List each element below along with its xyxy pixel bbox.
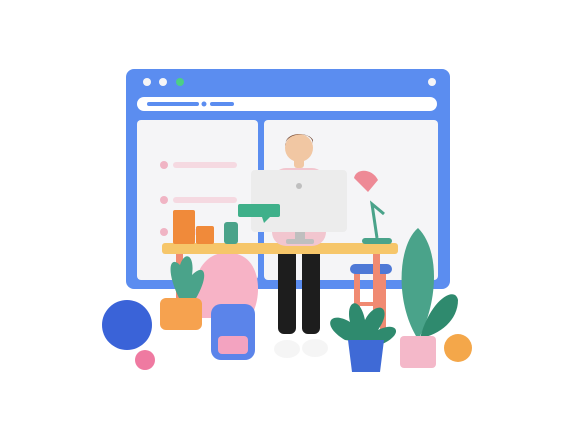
pink-sphere: [135, 350, 155, 370]
person-leg-left: [278, 246, 296, 334]
backpack-pocket: [218, 336, 248, 354]
list-dot-2: [160, 196, 168, 204]
photo-frame-small: [196, 226, 214, 244]
desk-top: [162, 243, 398, 254]
address-bar-fill-2: [210, 102, 234, 106]
person-shoe-right: [302, 339, 328, 357]
plant-center-leaves: [330, 303, 397, 345]
photo-frame-large: [173, 210, 195, 244]
remote-work-illustration: [0, 0, 577, 433]
stool-seat: [350, 264, 392, 274]
window-dot-2: [159, 78, 167, 86]
monitor-logo: [296, 183, 302, 189]
list-line-1: [173, 162, 237, 168]
speech-bubble-body: [238, 204, 280, 217]
blue-sphere: [102, 300, 152, 350]
address-bar-fill-1: [147, 102, 199, 106]
lamp-base: [362, 238, 392, 244]
address-bar-dot: [201, 101, 207, 107]
window-dot-right: [428, 78, 436, 86]
orange-sphere: [444, 334, 472, 362]
person-leg-right: [302, 246, 320, 334]
person-head: [285, 134, 313, 162]
backpack: [211, 304, 255, 360]
plant-right-pot: [400, 336, 436, 368]
list-dot-3: [160, 228, 168, 236]
list-line-2: [173, 197, 237, 203]
coffee-cup: [224, 222, 238, 244]
window-dot-3: [176, 78, 184, 86]
monitor-base: [286, 239, 314, 244]
plant-center-pot: [348, 340, 384, 372]
window-dot-1: [143, 78, 151, 86]
illustration-canvas: [102, 69, 472, 372]
monitor-screen: [251, 170, 347, 232]
person-neck: [294, 158, 304, 168]
plant-center: [330, 303, 397, 372]
list-dot-1: [160, 161, 168, 169]
person-shoe-left: [274, 340, 300, 358]
plant-left-pot: [160, 298, 202, 330]
